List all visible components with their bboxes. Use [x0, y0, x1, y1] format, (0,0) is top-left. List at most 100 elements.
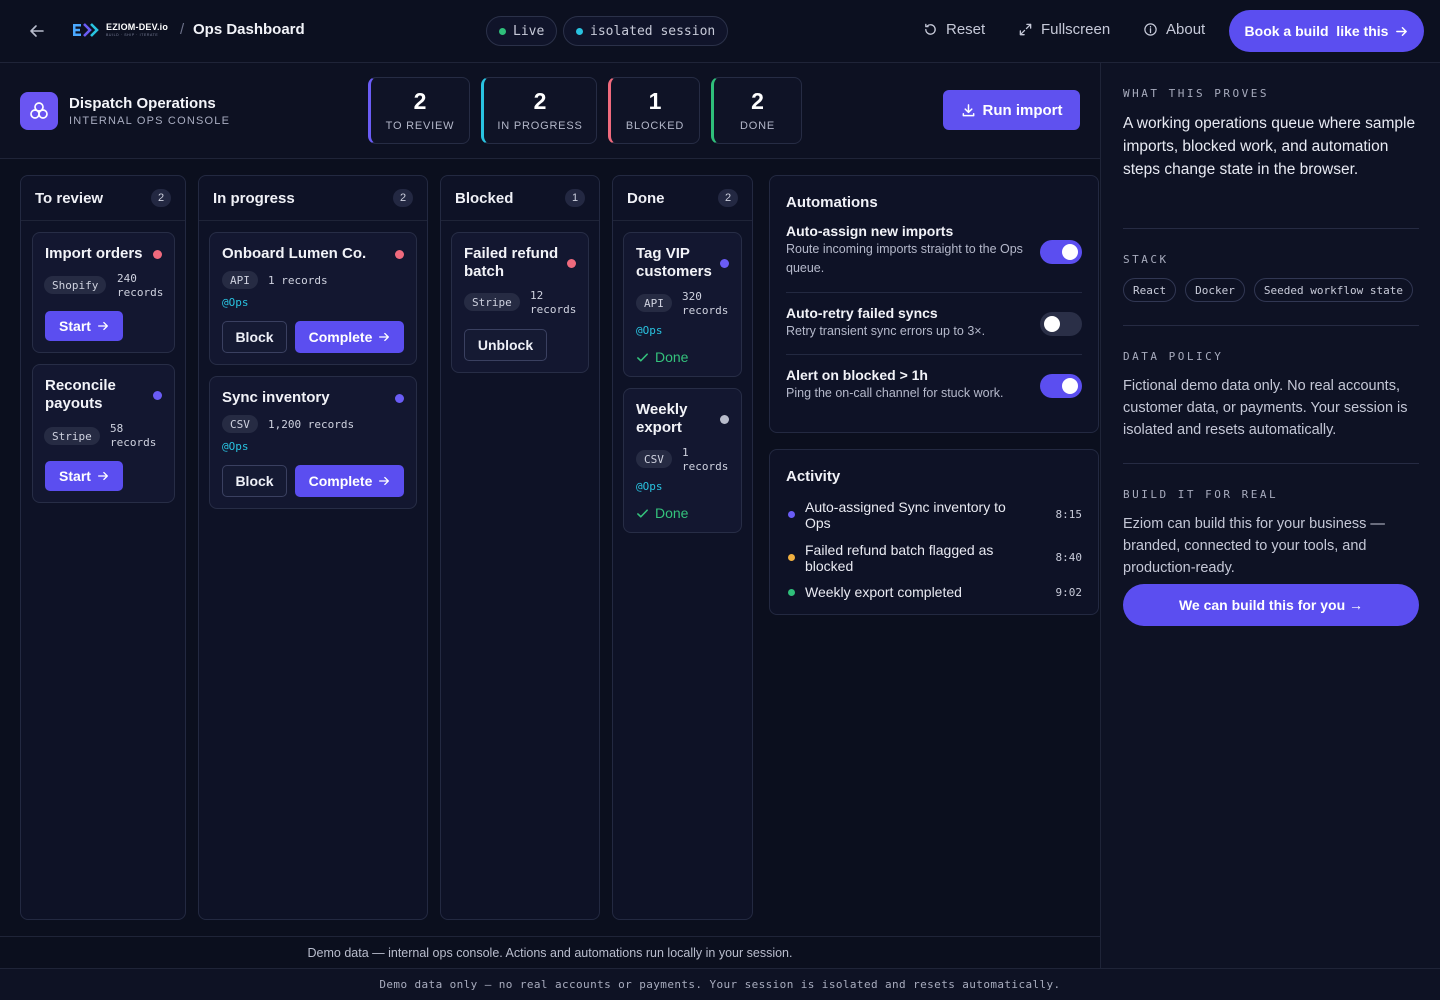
- run-import-button[interactable]: Run import: [943, 90, 1080, 130]
- owner-tag: @Ops: [222, 296, 249, 309]
- expand-icon: [1019, 23, 1032, 36]
- start-label: Start: [59, 318, 91, 334]
- activity-dot-icon: [788, 554, 795, 561]
- policy-heading: DATA POLICY: [1123, 350, 1224, 363]
- record-count: 12 records: [530, 289, 577, 316]
- card-title: Import orders: [45, 245, 143, 262]
- reset-label: Reset: [946, 21, 986, 38]
- logo-name: EZIOM-DEV.io: [106, 21, 169, 32]
- column-title: Done: [627, 189, 665, 207]
- card-title: Sync inventory: [222, 389, 330, 406]
- arrow-right-icon: [1396, 26, 1408, 36]
- brand-logo[interactable]: EZIOM-DEV.io BUILD · SHIP · ITERATE: [72, 21, 168, 39]
- book-build-button[interactable]: Book a build like this: [1229, 10, 1424, 52]
- task-card-onboard-lumen[interactable]: Onboard Lumen Co. API 1 records @Ops Blo…: [209, 232, 417, 365]
- divider: [1123, 325, 1419, 326]
- column-count-badge: 2: [151, 189, 171, 207]
- activity-item: Auto-assigned Sync inventory to Ops 8:15: [786, 499, 1082, 531]
- arrow-right-icon: [97, 321, 108, 331]
- activity-title: Activity: [786, 468, 841, 485]
- divider: [1123, 463, 1419, 464]
- stat-blocked[interactable]: 1 BLOCKED: [608, 77, 700, 144]
- record-count: 1 records: [682, 446, 729, 473]
- card-title: Weekly export: [636, 401, 688, 436]
- alert-blocked-toggle[interactable]: [1040, 374, 1082, 398]
- live-label: Live: [513, 23, 545, 39]
- auto-assign-toggle[interactable]: [1040, 240, 1082, 264]
- stat-to-review[interactable]: 2 TO REVIEW: [368, 77, 470, 144]
- task-card-tag-vip[interactable]: Tag VIP customers API 320 records @Ops Don…: [623, 232, 742, 377]
- breadcrumb-separator: /: [180, 21, 185, 38]
- priority-dot-icon: [395, 394, 404, 403]
- card-title: Reconcile payouts: [45, 377, 116, 412]
- complete-label: Complete: [308, 473, 373, 489]
- task-card-weekly-export[interactable]: Weekly export CSV 1 records @Ops Done: [623, 388, 742, 533]
- stat-label: BLOCKED: [625, 120, 685, 132]
- activity-time: 9:02: [1055, 586, 1083, 599]
- stack-tag-list: React Docker Seeded workflow state: [1123, 278, 1413, 302]
- priority-dot-icon: [567, 259, 576, 268]
- back-arrow-icon[interactable]: [26, 20, 48, 42]
- activity-dot-icon: [788, 511, 795, 518]
- block-button[interactable]: Block: [222, 321, 287, 353]
- arrow-right-icon: [379, 476, 390, 486]
- automation-alert-blocked: Alert on blocked > 1h Ping the on-call c…: [786, 367, 1082, 407]
- activity-text: Failed refund batch flagged as blocked: [805, 542, 994, 574]
- unblock-button[interactable]: Unblock: [464, 329, 547, 361]
- reset-icon: [925, 23, 936, 35]
- activity-item: Weekly export completed 9:02: [786, 584, 1082, 602]
- complete-button[interactable]: Complete: [295, 321, 404, 353]
- column-to-review: To review 2 Import orders Shopify 240 rec…: [20, 175, 186, 920]
- policy-text: Fictional demo data only. No real accoun…: [1123, 378, 1408, 438]
- arrow-right-icon: [379, 332, 390, 342]
- divider: [786, 292, 1082, 293]
- owner-tag: @Ops: [636, 324, 663, 337]
- run-import-label: Run import: [982, 101, 1063, 119]
- about-label: About: [1166, 21, 1206, 38]
- column-blocked: Blocked 1 Failed refund batch Stripe 12 re…: [440, 175, 600, 920]
- info-sidebar: WHAT THIS PROVES A working operations qu…: [1100, 63, 1440, 968]
- stat-done[interactable]: 2 DONE: [711, 77, 802, 144]
- build-for-you-button[interactable]: We can build this for you →: [1123, 584, 1419, 626]
- start-button[interactable]: Start: [45, 461, 123, 491]
- source-tag: CSV: [222, 415, 258, 433]
- auto-retry-toggle[interactable]: [1040, 312, 1082, 336]
- session-status-pill: isolated session: [563, 16, 729, 46]
- source-tag: Shopify: [44, 276, 107, 294]
- automation-description: Ping the on-call channel for stuck work.: [786, 386, 1004, 400]
- about-button[interactable]: About: [1143, 21, 1205, 38]
- start-label: Start: [59, 468, 91, 484]
- download-icon: [962, 103, 974, 116]
- task-card-reconcile-payouts[interactable]: Reconcile payouts Stripe 58 records Start: [32, 364, 175, 503]
- activity-text: Weekly export completed: [805, 584, 962, 600]
- column-title: To review: [35, 189, 104, 207]
- reset-button[interactable]: Reset: [923, 21, 985, 38]
- activity-item: Failed refund batch flagged as blocked 8…: [786, 542, 1082, 574]
- stack-tag: React: [1123, 278, 1177, 302]
- start-button[interactable]: Start: [45, 311, 123, 341]
- proves-heading: WHAT THIS PROVES: [1123, 87, 1269, 100]
- stat-in-progress[interactable]: 2 IN PROGRESS: [481, 77, 597, 144]
- block-label: Block: [235, 473, 274, 489]
- page-title: Ops Dashboard: [193, 21, 305, 38]
- block-button[interactable]: Block: [222, 465, 287, 497]
- task-card-sync-inventory[interactable]: Sync inventory CSV 1,200 records @Ops Bl…: [209, 376, 417, 509]
- column-count-badge: 1: [565, 189, 585, 207]
- complete-button[interactable]: Complete: [295, 465, 404, 497]
- owner-tag: @Ops: [636, 480, 663, 493]
- column-title: In progress: [213, 189, 295, 207]
- done-status: Done: [636, 505, 688, 521]
- fullscreen-label: Fullscreen: [1041, 21, 1111, 38]
- task-card-failed-refund[interactable]: Failed refund batch Stripe 12 records Unbl…: [451, 232, 589, 373]
- automation-name: Auto-assign new imports: [786, 223, 954, 239]
- fullscreen-button[interactable]: Fullscreen: [1018, 21, 1110, 38]
- book-build-label: Book a build like this: [1244, 23, 1389, 39]
- bottom-disclaimer: Demo data only — no real accounts or pay…: [0, 968, 1440, 1000]
- stack-tag: Docker: [1185, 278, 1245, 302]
- session-label: isolated session: [590, 23, 716, 39]
- done-label: Done: [655, 505, 689, 521]
- task-card-import-orders[interactable]: Import orders Shopify 240 records Start: [32, 232, 175, 353]
- column-count-badge: 2: [393, 189, 413, 207]
- live-status-pill: Live: [486, 16, 558, 46]
- info-icon: [1144, 23, 1157, 36]
